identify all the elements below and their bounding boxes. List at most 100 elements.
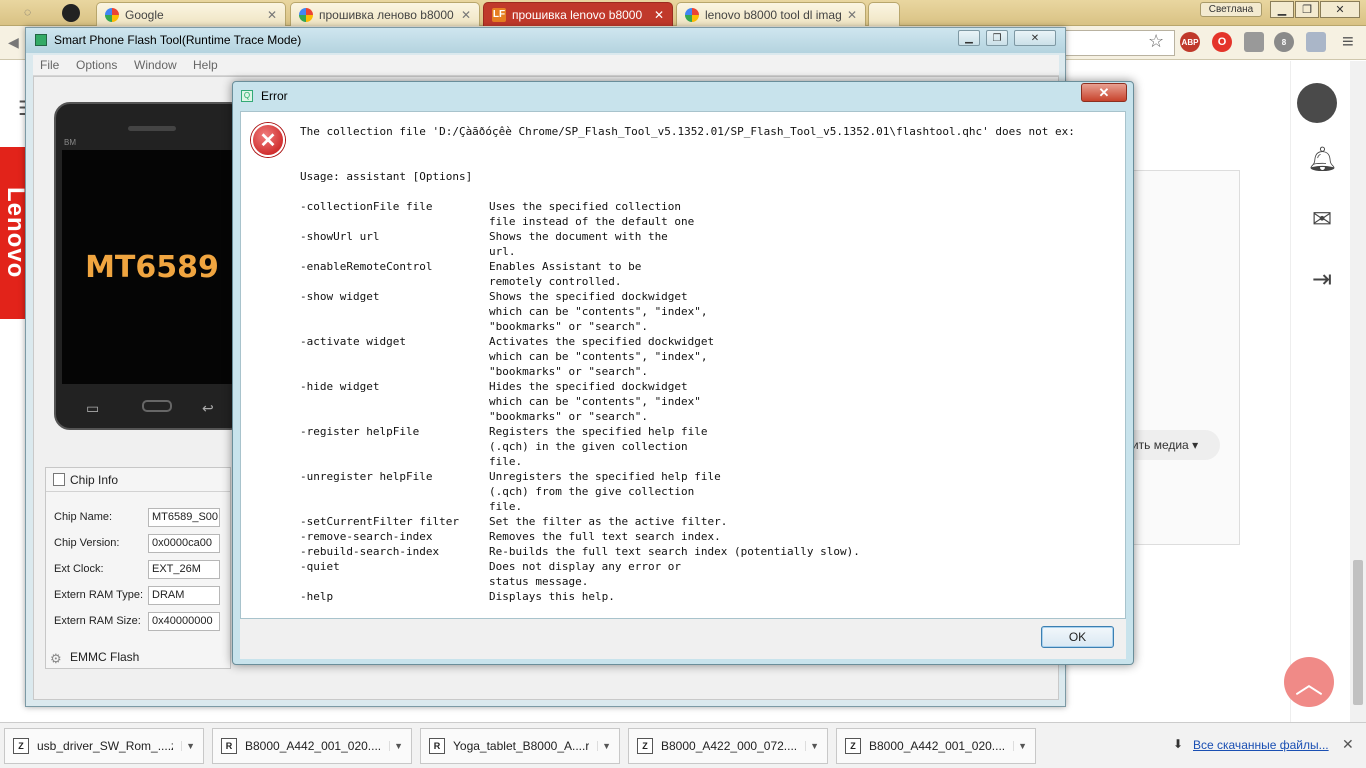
browser-tabstrip: ◌ Google ✕ прошивка леново b8000 ✕ LF пр… bbox=[0, 0, 1366, 26]
option-description: remotely controlled. bbox=[489, 275, 622, 288]
tab-label: lenovo b8000 tool dl imag bbox=[705, 7, 841, 22]
ram-size-field[interactable]: 0x40000000 bbox=[148, 612, 220, 631]
close-button[interactable]: ✕ bbox=[1014, 30, 1056, 46]
avatar[interactable] bbox=[1297, 83, 1337, 123]
maximize-button[interactable]: ❐ bbox=[986, 30, 1008, 46]
bookmark-star-icon[interactable]: ☆ bbox=[1148, 31, 1164, 52]
maximize-button[interactable]: ❐ bbox=[1295, 1, 1319, 18]
error-message-line: The collection file 'D:/Çàãðóçêè Chrome/… bbox=[300, 125, 1075, 138]
menu-window[interactable]: Window bbox=[134, 58, 177, 72]
option-flag bbox=[300, 214, 489, 229]
chip-name-field[interactable]: MT6589_S00 bbox=[148, 508, 220, 527]
close-window-button[interactable]: ✕ bbox=[1320, 1, 1360, 18]
option-description: Re-builds the full text search index (po… bbox=[489, 545, 860, 558]
ext-clock-field[interactable]: EXT_26M bbox=[148, 560, 220, 579]
scrollbar-thumb[interactable] bbox=[1353, 560, 1363, 705]
extension-icon[interactable] bbox=[1244, 32, 1264, 52]
option-description: Registers the specified help file bbox=[489, 425, 708, 438]
ram-type-field[interactable]: DRAM bbox=[148, 586, 220, 605]
menu-file[interactable]: File bbox=[40, 58, 59, 72]
tab-google[interactable]: Google ✕ bbox=[96, 2, 286, 26]
menu-help[interactable]: Help bbox=[193, 58, 218, 72]
minimize-button[interactable]: ▁ bbox=[958, 30, 980, 46]
google-icon bbox=[299, 7, 313, 22]
chevron-down-icon[interactable]: ▼ bbox=[597, 741, 611, 751]
chevron-down-icon[interactable]: ▼ bbox=[1013, 741, 1027, 751]
tab-label: прошивка lenovo b8000 bbox=[512, 7, 643, 22]
chevron-down-icon[interactable]: ▼ bbox=[389, 741, 403, 751]
option-flag: -unregister helpFile bbox=[300, 470, 433, 483]
opera-icon[interactable]: O bbox=[1212, 32, 1232, 52]
chrome-menu-icon[interactable]: ≡ bbox=[1342, 31, 1354, 54]
download-item[interactable]: Z usb_driver_SW_Rom_....zip ▼ bbox=[4, 728, 204, 764]
option-description: Displays this help. bbox=[489, 590, 615, 603]
option-description: "bookmarks" or "search". bbox=[489, 410, 648, 423]
close-icon[interactable]: ✕ bbox=[1342, 736, 1354, 753]
option-flag bbox=[300, 499, 489, 514]
option-row: -remove-search-index Removes the full tex… bbox=[300, 529, 1120, 544]
option-description: Unregisters the specified help file bbox=[489, 470, 721, 483]
back-button[interactable]: ◀ bbox=[8, 34, 19, 51]
option-row: "bookmarks" or "search". bbox=[300, 319, 1120, 334]
flash-tool-titlebar[interactable]: Smart Phone Flash Tool(Runtime Trace Mod… bbox=[26, 28, 1065, 53]
flash-tool-app-icon bbox=[35, 34, 47, 46]
new-tab-button[interactable] bbox=[868, 2, 900, 26]
document-icon bbox=[53, 473, 65, 486]
logout-icon[interactable]: ⇥ bbox=[1307, 265, 1337, 295]
error-dialog-title: Error bbox=[261, 89, 288, 103]
tab-active-firmware[interactable]: LF прошивка lenovo b8000 ✕ bbox=[483, 2, 673, 26]
option-row: -hide widget Hides the specified dockwidg… bbox=[300, 379, 1120, 394]
close-icon[interactable]: ✕ bbox=[461, 8, 471, 22]
minimize-button[interactable]: ▁ bbox=[1270, 1, 1294, 18]
option-flag: -hide widget bbox=[300, 380, 380, 393]
copyfish-icon[interactable] bbox=[1306, 32, 1326, 52]
profile-avatar[interactable] bbox=[62, 4, 80, 22]
tab-search-ru[interactable]: прошивка леново b8000 ✕ bbox=[290, 2, 480, 26]
chip-info-panel: Chip Info Chip Name: MT6589_S00 Chip Ver… bbox=[45, 467, 231, 669]
mail-icon[interactable]: ✉ bbox=[1307, 205, 1337, 235]
menu-bar: File Options Window Help bbox=[33, 55, 1059, 76]
option-description: which can be "contents", "index" bbox=[489, 395, 701, 408]
zip-file-icon: Z bbox=[13, 738, 29, 754]
adblock-icon[interactable]: ABP bbox=[1180, 32, 1200, 52]
emmc-flash-label[interactable]: EMMC Flash bbox=[70, 650, 139, 664]
all-downloads-link[interactable]: Все скачанные файлы... bbox=[1193, 738, 1329, 752]
option-row: url. bbox=[300, 244, 1120, 259]
bell-icon[interactable]: 🔔︎ bbox=[1307, 145, 1337, 175]
zip-file-icon: Z bbox=[637, 738, 653, 754]
back-key-icon: ↩ bbox=[202, 400, 214, 416]
option-row: -enableRemoteControl Enables Assistant to… bbox=[300, 259, 1120, 274]
google-icon bbox=[685, 7, 699, 22]
download-item[interactable]: R Yoga_tablet_B8000_A....rar ▼ bbox=[420, 728, 620, 764]
option-row: -unregister helpFile Unregisters the spec… bbox=[300, 469, 1120, 484]
ok-button[interactable]: OK bbox=[1041, 626, 1114, 648]
chevron-down-icon[interactable]: ▼ bbox=[181, 741, 195, 751]
close-button[interactable]: ✕ bbox=[1081, 83, 1127, 102]
error-dialog-content: ✕ The collection file 'D:/Çàãðóçêè Chrom… bbox=[240, 111, 1126, 619]
download-item[interactable]: R B8000_A442_001_020....rar ▼ bbox=[212, 728, 412, 764]
menu-options[interactable]: Options bbox=[76, 58, 117, 72]
option-row: file instead of the default one bbox=[300, 214, 1120, 229]
option-flag: -register helpFile bbox=[300, 425, 420, 438]
option-description: which can be "contents", "index", bbox=[489, 350, 708, 363]
download-item[interactable]: Z B8000_A422_000_072....z... ▼ bbox=[628, 728, 828, 764]
back-arrow-icon[interactable]: ◌ bbox=[24, 5, 31, 19]
extension-icon-2[interactable]: 8 bbox=[1274, 32, 1294, 52]
option-row: "bookmarks" or "search". bbox=[300, 409, 1120, 424]
option-row: which can be "contents", "index", bbox=[300, 349, 1120, 364]
option-row: which can be "contents", "index" bbox=[300, 394, 1120, 409]
option-description: Removes the full text search index. bbox=[489, 530, 721, 543]
options-list: -collectionFile file Uses the specified c… bbox=[300, 199, 1120, 604]
download-name: B8000_A442_001_020....z... bbox=[869, 739, 1006, 753]
chevron-down-icon[interactable]: ▼ bbox=[805, 741, 819, 751]
scroll-top-button[interactable]: ︿ bbox=[1284, 657, 1334, 707]
close-icon[interactable]: ✕ bbox=[654, 8, 664, 22]
download-item[interactable]: Z B8000_A442_001_020....z... ▼ bbox=[836, 728, 1036, 764]
error-dialog-titlebar[interactable]: Q Error ✕ bbox=[233, 82, 1133, 110]
user-profile-chip[interactable]: Светлана bbox=[1200, 2, 1262, 17]
close-icon[interactable]: ✕ bbox=[267, 8, 277, 22]
close-icon[interactable]: ✕ bbox=[847, 8, 857, 22]
tab-tool[interactable]: lenovo b8000 tool dl imag ✕ bbox=[676, 2, 866, 26]
option-description: Set the filter as the active filter. bbox=[489, 515, 728, 528]
chip-version-field[interactable]: 0x0000ca00 bbox=[148, 534, 220, 553]
